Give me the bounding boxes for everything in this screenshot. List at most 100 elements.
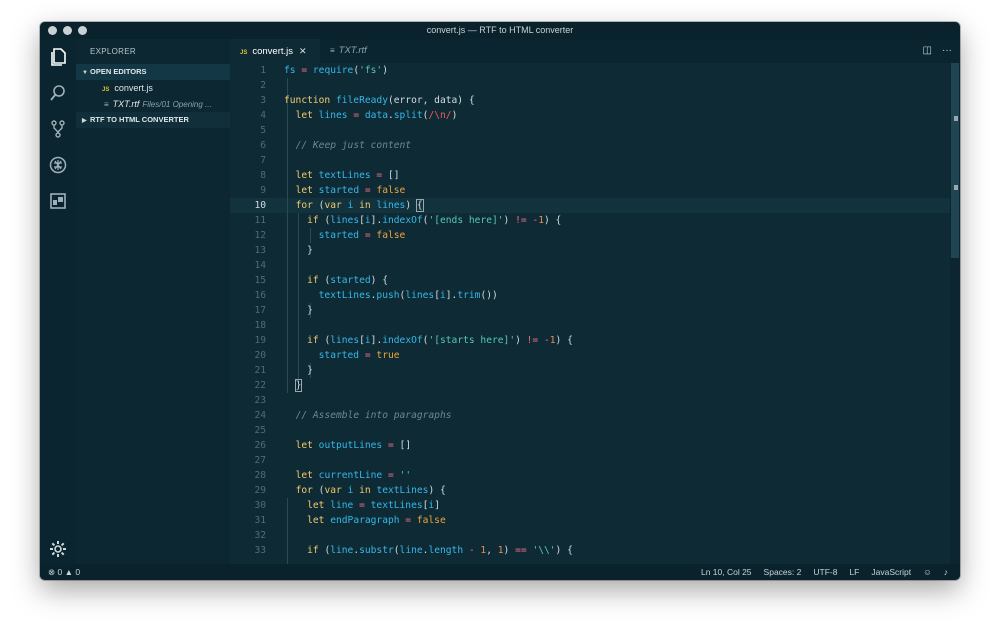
code-line[interactable]: 9 let started = false	[230, 183, 950, 198]
split-editor-icon[interactable]: ◫	[923, 39, 932, 63]
code-line[interactable]: 13 }	[230, 243, 950, 258]
code-line[interactable]: 2	[230, 78, 950, 93]
code-line[interactable]: 1 fs = require('fs')	[230, 63, 950, 78]
code-line[interactable]: 28 let currentLine = ''	[230, 468, 950, 483]
line-number: 12	[254, 230, 266, 241]
line-number: 7	[260, 155, 266, 166]
language-mode[interactable]: JavaScript	[871, 564, 911, 580]
code-text: fs = require('fs')	[284, 65, 388, 76]
code-text: let outputLines = []	[295, 440, 412, 451]
code-line[interactable]: 10 for (var i in lines) {	[230, 198, 950, 213]
minimize-window-button[interactable]	[63, 26, 72, 35]
code-text: for (var i in textLines) {	[295, 485, 446, 496]
text-file-icon: ≡	[104, 100, 109, 109]
extensions-icon[interactable]	[48, 191, 68, 211]
code-line[interactable]: 17 }	[230, 303, 950, 318]
code-editor[interactable]: 1 fs = require('fs') 2 3 function fileReady(…	[230, 63, 960, 564]
code-line[interactable]: 11 if (lines[i].indexOf('[ends here]') !…	[230, 213, 950, 228]
line-number: 8	[260, 170, 266, 181]
code-text: for (var i in lines) {	[295, 199, 424, 212]
explorer-icon[interactable]	[48, 47, 68, 67]
open-editors-section[interactable]: ▼ OPEN EDITORS	[76, 64, 230, 80]
code-line[interactable]: 6 // Keep just content	[230, 138, 950, 153]
code-line[interactable]: 12 started = false	[230, 228, 950, 243]
open-editor-item[interactable]: JS convert.js	[76, 80, 230, 96]
tab-txt-rtf[interactable]: ≡ TXT.rtf	[320, 39, 400, 63]
line-number: 30	[254, 500, 266, 511]
line-number: 33	[254, 545, 266, 556]
code-line[interactable]: 33 if (line.substr(line.length - 1, 1) =…	[230, 543, 950, 558]
code-text: }	[284, 365, 313, 376]
code-line[interactable]: 31 let endParagraph = false	[230, 513, 950, 528]
code-line[interactable]: 29 for (var i in textLines) {	[230, 483, 950, 498]
code-text: let textLines = []	[295, 170, 400, 181]
line-number: 4	[260, 110, 266, 121]
encoding[interactable]: UTF-8	[813, 564, 837, 580]
code-line[interactable]: 27	[230, 453, 950, 468]
code-line[interactable]: 18	[230, 318, 950, 333]
code-line[interactable]: 16 textLines.push(lines[i].trim())	[230, 288, 950, 303]
line-number: 25	[254, 425, 266, 436]
source-control-icon[interactable]	[48, 119, 68, 139]
line-number: 21	[254, 365, 266, 376]
code-text: if (lines[i].indexOf('[starts here]') !=…	[307, 335, 573, 346]
title-bar: convert.js — RTF to HTML converter	[40, 22, 960, 39]
settings-gear-icon[interactable]	[48, 539, 68, 559]
code-line[interactable]: 22 }	[230, 378, 950, 393]
tab-convert-js[interactable]: JS convert.js ✕	[230, 39, 320, 63]
line-ending[interactable]: LF	[849, 564, 859, 580]
code-line[interactable]: 24 // Assemble into paragraphs	[230, 408, 950, 423]
more-actions-icon[interactable]: ···	[942, 39, 952, 63]
code-line[interactable]: 19 if (lines[i].indexOf('[starts here]')…	[230, 333, 950, 348]
debug-icon[interactable]	[48, 155, 68, 175]
code-line[interactable]: 7	[230, 153, 950, 168]
code-text: }	[284, 305, 313, 316]
code-text: function fileReady(error, data) {	[284, 95, 475, 106]
code-line[interactable]: 5	[230, 123, 950, 138]
close-icon[interactable]: ✕	[299, 46, 307, 56]
cursor-position[interactable]: Ln 10, Col 25	[701, 564, 752, 580]
feedback-smiley-icon[interactable]: ☺	[923, 564, 932, 580]
zoom-window-button[interactable]	[78, 26, 87, 35]
code-line[interactable]: 32	[230, 528, 950, 543]
code-line[interactable]: 23	[230, 393, 950, 408]
line-number: 2	[260, 80, 266, 91]
code-line[interactable]: 4 let lines = data.split(/\n/)	[230, 108, 950, 123]
code-text: if (lines[i].indexOf('[ends here]') != -…	[307, 215, 562, 226]
scrollbar-thumb[interactable]	[951, 63, 959, 258]
indentation[interactable]: Spaces: 2	[764, 564, 802, 580]
vertical-scrollbar[interactable]	[950, 63, 960, 564]
code-line[interactable]: 21 }	[230, 363, 950, 378]
close-window-button[interactable]	[48, 26, 57, 35]
line-number: 14	[254, 260, 266, 271]
code-text: let line = textLines[i]	[307, 500, 440, 511]
line-number: 27	[254, 455, 266, 466]
chevron-right-icon: ▶	[82, 118, 87, 124]
code-line[interactable]: 26 let outputLines = []	[230, 438, 950, 453]
project-label: RTF TO HTML CONVERTER	[90, 115, 189, 124]
code-line[interactable]: 3 function fileReady(error, data) {	[230, 93, 950, 108]
warning-icon: ▲	[64, 567, 74, 577]
line-number: 19	[254, 335, 266, 346]
code-line[interactable]: 25	[230, 423, 950, 438]
code-text: started = true	[318, 350, 400, 361]
code-line[interactable]: 14	[230, 258, 950, 273]
open-editor-item[interactable]: ≡ TXT.rtf Files/01 Opening ...	[76, 96, 230, 112]
code-text: let started = false	[295, 185, 406, 196]
code-line[interactable]: 15 if (started) {	[230, 273, 950, 288]
tab-bar: JS convert.js ✕ ≡ TXT.rtf ◫ ···	[230, 39, 960, 63]
line-number: 13	[254, 245, 266, 256]
code-line[interactable]: 8 let textLines = []	[230, 168, 950, 183]
search-icon[interactable]	[48, 83, 68, 103]
line-number: 11	[254, 215, 266, 226]
warning-count: 0	[75, 567, 81, 577]
code-line[interactable]: 20 started = true	[230, 348, 950, 363]
line-number: 15	[254, 275, 266, 286]
open-editor-name: TXT.rtf	[112, 99, 140, 109]
notifications-bell-icon[interactable]: ♪	[944, 564, 948, 580]
code-line[interactable]: 30 let line = textLines[i]	[230, 498, 950, 513]
problems-indicator[interactable]: ⊗ 0 ▲ 0	[48, 564, 80, 580]
line-number: 23	[254, 395, 266, 406]
code-text: let endParagraph = false	[307, 515, 446, 526]
project-section[interactable]: ▶ RTF TO HTML CONVERTER	[76, 112, 230, 128]
